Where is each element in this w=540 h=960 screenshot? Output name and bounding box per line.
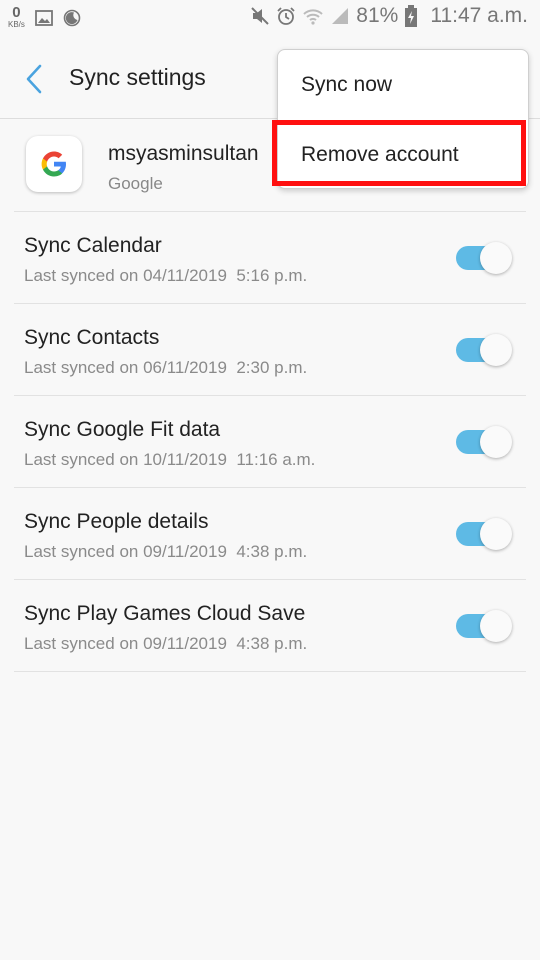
- sync-toggle[interactable]: [456, 518, 512, 550]
- network-speed: 0 KB/s: [8, 5, 25, 29]
- sync-item-subtitle: Last synced on 09/11/2019 4:38 p.m.: [24, 542, 308, 561]
- sync-list: Sync Calendar Last synced on 04/11/2019 …: [0, 212, 540, 672]
- clock: 11:47 a.m.: [430, 4, 528, 27]
- sync-item-play-games[interactable]: Sync Play Games Cloud Save Last synced o…: [14, 580, 526, 672]
- network-speed-value: 0: [12, 4, 21, 21]
- sync-item-subtitle: Last synced on 06/11/2019 2:30 p.m.: [24, 358, 308, 377]
- account-name: msyasminsultan: [108, 142, 259, 165]
- sync-item-title: Sync Google Fit data: [24, 418, 221, 441]
- menu-item-sync-now[interactable]: Sync now: [278, 60, 528, 116]
- google-logo-icon: [26, 136, 82, 192]
- wifi-icon: [303, 9, 323, 25]
- sync-item-title: Sync People details: [24, 510, 209, 533]
- moon-icon: [63, 9, 81, 27]
- back-arrow-icon[interactable]: [22, 62, 48, 96]
- mute-icon: [251, 7, 270, 25]
- signal-icon: [332, 8, 349, 24]
- highlight-box: [272, 120, 526, 186]
- status-bar-left: 0 KB/s: [8, 5, 81, 29]
- google-g-icon: [41, 151, 66, 177]
- sync-item-title: Sync Contacts: [24, 326, 160, 349]
- sync-item-contacts[interactable]: Sync Contacts Last synced on 06/11/2019 …: [14, 304, 526, 396]
- sync-toggle[interactable]: [456, 610, 512, 642]
- sync-item-people-details[interactable]: Sync People details Last synced on 09/11…: [14, 488, 526, 580]
- sync-item-subtitle: Last synced on 09/11/2019 4:38 p.m.: [24, 634, 308, 653]
- sync-item-calendar[interactable]: Sync Calendar Last synced on 04/11/2019 …: [14, 212, 526, 304]
- network-speed-unit: KB/s: [8, 20, 25, 29]
- sync-item-subtitle: Last synced on 10/11/2019 11:16 a.m.: [24, 450, 316, 469]
- sync-toggle[interactable]: [456, 334, 512, 366]
- sync-item-title: Sync Play Games Cloud Save: [24, 602, 306, 625]
- status-bar: 0 KB/s 81% 11:47 a.m.: [0, 0, 540, 38]
- sync-toggle[interactable]: [456, 242, 512, 274]
- alarm-icon: [277, 7, 295, 25]
- sync-toggle[interactable]: [456, 426, 512, 458]
- sync-item-subtitle: Last synced on 04/11/2019 5:16 p.m.: [24, 266, 308, 285]
- battery-charging-icon: [405, 5, 418, 27]
- sync-item-title: Sync Calendar: [24, 234, 162, 257]
- battery-percent: 81%: [356, 4, 399, 27]
- sync-item-google-fit[interactable]: Sync Google Fit data Last synced on 10/1…: [14, 396, 526, 488]
- account-type: Google: [108, 174, 163, 193]
- page-title: Sync settings: [69, 64, 206, 90]
- menu-item-label: Sync now: [301, 73, 393, 96]
- gallery-icon: [35, 10, 53, 26]
- status-bar-right: 81% 11:47 a.m.: [250, 4, 528, 28]
